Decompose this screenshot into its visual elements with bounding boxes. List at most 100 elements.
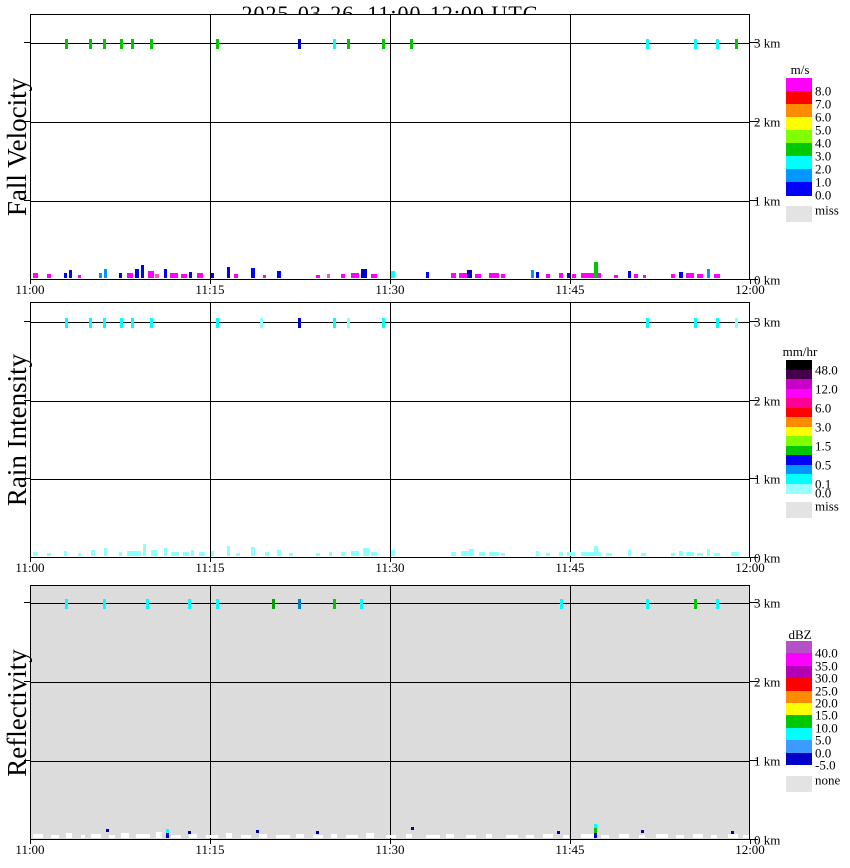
echo-speck-surface [151, 550, 157, 556]
echo-speck-surface [731, 831, 734, 834]
echo-speck-surface [386, 835, 396, 838]
km-tick-label: 1 km [754, 195, 780, 208]
echo-speck-surface [526, 835, 534, 838]
echo-speck-surface [628, 550, 631, 556]
time-tick-label: 11:45 [547, 843, 593, 857]
echo-speck-surface [446, 834, 454, 838]
echo-speck-surface [127, 551, 141, 556]
echo-speck-surface [199, 552, 205, 556]
echo-speck-surface [676, 835, 684, 838]
panel-label-reflectivity: Reflectivity [2, 649, 33, 776]
echo-speck-surface [489, 273, 499, 278]
time-tick-label: 11:00 [7, 561, 53, 575]
echo-speck-surface [121, 833, 129, 838]
echo-speck-3km [735, 39, 738, 49]
colorbar-block [786, 130, 812, 144]
time-tick-label: 11:30 [367, 843, 413, 857]
echo-speck-3km [298, 599, 301, 609]
echo-speck-surface [51, 835, 59, 838]
echo-speck-3km [694, 318, 697, 328]
echo-speck-surface [543, 834, 553, 838]
echo-speck-surface [197, 273, 203, 278]
colorbar-block [786, 436, 812, 446]
echo-speck-surface [486, 834, 492, 838]
echo-speck-surface [707, 549, 710, 556]
colorbar-block [786, 370, 812, 380]
colorbar-block [786, 715, 812, 728]
km-tick [750, 200, 758, 201]
time-tick-label: 12:00 [727, 843, 773, 857]
echo-speck-surface [557, 831, 560, 834]
time-tick [30, 558, 31, 562]
colorbar-block [786, 641, 812, 654]
echo-speck-surface [743, 835, 749, 838]
echo-speck-3km [131, 318, 134, 328]
colorbar-block [786, 653, 812, 666]
time-tick [570, 280, 571, 284]
colorbar-missing-label: miss [815, 500, 839, 513]
echo-speck-surface [475, 274, 481, 278]
km-tick [24, 321, 30, 322]
echo-speck-surface [341, 552, 345, 556]
echo-speck-3km [716, 318, 719, 328]
echo-speck-surface [156, 832, 162, 838]
echo-speck-3km [146, 599, 149, 609]
echo-speck-3km [216, 318, 219, 328]
time-gridline [390, 15, 391, 279]
echo-speck-3km [333, 318, 336, 328]
time-tick-label: 11:30 [367, 283, 413, 297]
echo-speck-3km [694, 599, 697, 609]
time-tick-label: 11:15 [187, 843, 233, 857]
echo-speck-surface [164, 269, 167, 278]
echo-speck-surface [679, 272, 683, 278]
echo-speck-3km [298, 318, 301, 328]
time-gridline [570, 15, 571, 279]
echo-speck-surface [581, 273, 601, 278]
km-tick-label: 1 km [754, 755, 780, 768]
echo-speck-surface [189, 834, 197, 838]
echo-speck-surface [559, 273, 563, 278]
echo-speck-3km [347, 39, 350, 49]
echo-speck-surface [166, 829, 169, 833]
echo-speck-3km [360, 599, 363, 609]
km-tick [750, 760, 758, 761]
colorbar-block [786, 104, 812, 118]
echo-speck-surface [371, 552, 377, 556]
colorbar-block [786, 117, 812, 131]
echo-speck-surface [155, 274, 159, 278]
colorbar-missing-label: miss [815, 204, 839, 217]
echo-speck-surface [183, 552, 189, 556]
colorbar-block [786, 169, 812, 183]
time-height-chart: 2025-03-26 11:00-12:00 UTC Fall Velocity… [0, 0, 850, 868]
colorbar-tick-label: 1.5 [815, 439, 831, 452]
km-tick [24, 400, 30, 401]
colorbar-block [786, 360, 812, 370]
echo-speck-surface [316, 275, 320, 278]
time-tick [570, 840, 571, 844]
echo-speck-surface [109, 835, 115, 838]
echo-speck-surface [563, 835, 569, 838]
echo-speck-surface [628, 271, 631, 278]
km-tick [24, 478, 30, 479]
echo-speck-surface [731, 552, 739, 556]
colorbar-title-fall-velocity: m/s [770, 62, 830, 78]
colorbar-missing-block [786, 502, 812, 518]
echo-speck-surface [546, 553, 550, 556]
echo-speck-surface [536, 551, 539, 556]
echo-speck-3km [333, 39, 336, 49]
echo-speck-surface [693, 834, 703, 838]
colorbar-tick-label: 48.0 [815, 363, 838, 376]
time-tick-label: 11:00 [7, 283, 53, 297]
km-tick [24, 42, 30, 43]
time-gridline [210, 586, 211, 839]
echo-speck-3km [382, 39, 385, 49]
km-tick-label: 2 km [754, 394, 780, 407]
echo-speck-surface [506, 835, 518, 838]
time-gridline [570, 586, 571, 839]
echo-speck-surface [211, 551, 214, 556]
time-tick [390, 280, 391, 284]
time-tick [390, 840, 391, 844]
echo-speck-surface [78, 553, 81, 556]
echo-speck-3km [260, 318, 263, 328]
colorbar-tick-label: 3.0 [815, 420, 831, 433]
